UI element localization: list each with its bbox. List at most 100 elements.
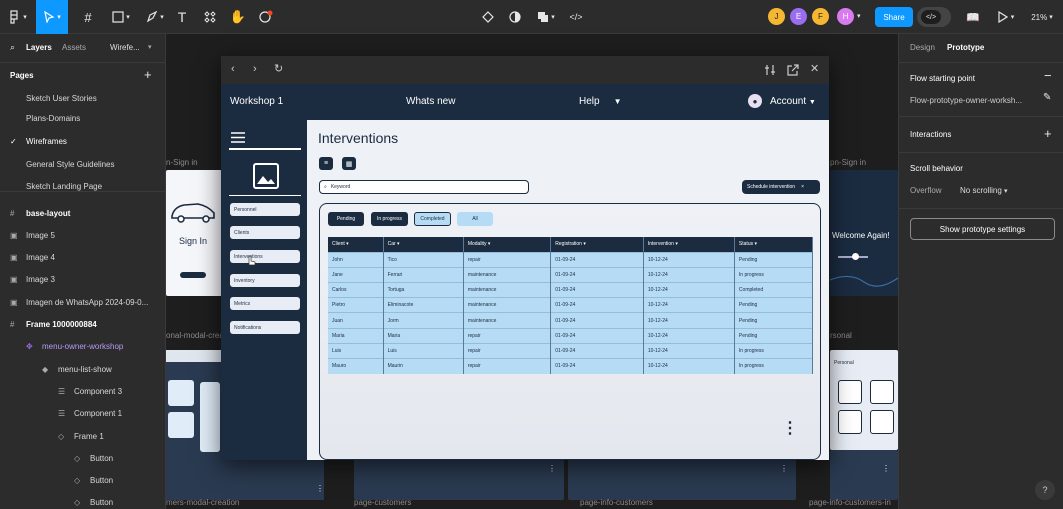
column-header[interactable]: Status ▾ xyxy=(734,237,814,253)
forward-icon[interactable]: › xyxy=(253,63,257,75)
whats-new-link[interactable]: Whats new xyxy=(406,96,455,107)
sidebar-item-interventions[interactable]: Interventions xyxy=(230,250,300,263)
column-header[interactable]: Registration ▾ xyxy=(550,237,644,253)
dev-mode-toggle[interactable]: </> xyxy=(917,7,951,27)
comment-tool-button[interactable] xyxy=(256,5,276,29)
layer-item[interactable]: ▣ Image 5 xyxy=(0,225,165,245)
frame-label[interactable]: onal-modal-crea xyxy=(166,331,224,340)
sign-in-frame[interactable]: Sign In xyxy=(166,170,222,296)
table-row[interactable]: Pietro Eliminacote maintenance 01-09-24 10-1… xyxy=(328,297,814,313)
page-item[interactable]: Sketch Landing Page xyxy=(0,176,165,196)
overflow-dropdown[interactable]: No scrolling ▾ xyxy=(960,186,1008,195)
brand-name[interactable]: Workshop 1 xyxy=(230,96,283,107)
table-row[interactable]: Mauro Maurin repair 01-09-24 10-12-24 In prog… xyxy=(328,357,814,374)
search-icon[interactable]: ⌕ xyxy=(10,42,15,53)
resources-button[interactable] xyxy=(200,5,220,29)
frame-label[interactable]: mers-modal-creation xyxy=(166,498,239,507)
dev-mode-code-button[interactable]: </> xyxy=(566,5,586,29)
sidebar-item-clients[interactable]: Clients xyxy=(230,226,300,239)
frame-label[interactable]: n-Sign in xyxy=(166,158,198,167)
text-tool-button[interactable]: T xyxy=(172,5,192,29)
table-row[interactable]: Luis Luis repair 01-09-24 10-12-24 In progres… xyxy=(328,342,814,359)
layer-item[interactable]: ◇ Button xyxy=(0,493,165,509)
sidebar-item-personnel[interactable]: Personnel xyxy=(230,203,300,216)
sidebar-item-notifications[interactable]: Notifications xyxy=(230,321,300,334)
restart-icon[interactable]: ↻ xyxy=(274,62,283,75)
column-header[interactable]: Intervention ▾ xyxy=(643,237,735,253)
layer-item[interactable]: ☰ Component 1 xyxy=(0,404,165,424)
more-icon[interactable]: ⋮ xyxy=(316,484,324,493)
personal-frame[interactable]: Personal xyxy=(830,350,898,450)
account-avatar-icon[interactable]: ● xyxy=(748,94,762,108)
filter-all[interactable]: All xyxy=(457,212,493,226)
column-header[interactable]: Car ▾ xyxy=(383,237,464,253)
zoom-dropdown[interactable]: 21% ▾ xyxy=(1024,5,1060,29)
table-row[interactable]: Jane Ferrari maintenance 01-09-24 10-12-24 In… xyxy=(328,266,814,283)
page-item[interactable]: Sketch User Stories xyxy=(0,88,165,108)
hand-tool-button[interactable]: ✋ xyxy=(228,5,248,29)
sidebar-item-metrics[interactable]: Metrics xyxy=(230,297,300,310)
filter-completed[interactable]: Completed xyxy=(414,212,451,226)
help-menu[interactable]: Help ▼ xyxy=(579,96,622,107)
avatar-j[interactable]: J xyxy=(768,8,785,25)
avatar-f[interactable]: F xyxy=(812,8,829,25)
mask-button[interactable] xyxy=(505,5,525,29)
more-options-icon[interactable]: ⋮ xyxy=(782,418,798,438)
shape-tool-button[interactable]: ▾ xyxy=(108,5,134,29)
welcome-frame[interactable]: Welcome Again! xyxy=(830,170,898,296)
filter-pending[interactable]: Pending xyxy=(328,212,364,226)
main-menu-button[interactable]: ▾ xyxy=(4,5,30,29)
frame-label[interactable]: rsonal xyxy=(830,331,852,340)
page-info-customers-in-frame[interactable]: ⋮ xyxy=(830,450,898,500)
share-button[interactable]: Share xyxy=(875,7,913,27)
layer-item[interactable]: ▣ Image 4 xyxy=(0,248,165,268)
show-prototype-settings-button[interactable]: Show prototype settings xyxy=(910,218,1055,240)
present-button[interactable]: ▾ xyxy=(994,5,1018,29)
frame-label[interactable]: page-customers xyxy=(354,498,411,507)
hamburger-menu-icon[interactable] xyxy=(231,132,245,143)
search-input[interactable]: ⌕ Keyword xyxy=(319,180,529,194)
tab-design[interactable]: Design xyxy=(910,43,935,52)
page-item[interactable]: General Style Guidelines xyxy=(0,154,165,174)
library-button[interactable]: 📖 xyxy=(962,5,984,29)
frame-tool-button[interactable]: # xyxy=(76,5,100,29)
layer-item[interactable]: # base-layout xyxy=(0,203,165,223)
back-icon[interactable]: ‹ xyxy=(231,63,235,75)
layer-item[interactable]: ☰ Component 3 xyxy=(0,381,165,401)
schedule-intervention-button[interactable]: Schedule intervention × xyxy=(742,180,820,194)
table-row[interactable]: Juan Jorm maintenance 01-09-24 10-12-24 Pendi… xyxy=(328,312,814,329)
more-icon[interactable]: ⋮ xyxy=(780,464,788,473)
help-button[interactable]: ? xyxy=(1035,480,1055,500)
tab-prototype[interactable]: Prototype xyxy=(947,43,984,52)
close-icon[interactable]: ✕ xyxy=(810,62,819,75)
frame-label[interactable]: pn-Sign in xyxy=(830,158,866,167)
more-icon[interactable]: ⋮ xyxy=(548,464,556,473)
frame-label[interactable]: page-info-customers xyxy=(580,498,653,507)
page-item-current[interactable]: ✓ Wireframes xyxy=(0,131,165,151)
add-interaction-icon[interactable]: + xyxy=(1044,126,1052,141)
file-name[interactable]: Wirefe... xyxy=(110,43,140,52)
avatar-e[interactable]: E xyxy=(790,8,807,25)
list-view-icon[interactable]: ≡ xyxy=(319,157,333,170)
pen-tool-button[interactable]: ▾ xyxy=(142,5,168,29)
tab-assets[interactable]: Assets xyxy=(62,43,86,52)
more-icon[interactable]: ⋮ xyxy=(882,464,890,473)
move-tool-button[interactable]: ▾ xyxy=(36,0,68,34)
layer-item[interactable]: # Frame 1000000884 xyxy=(0,315,165,335)
column-header[interactable]: Modality ▾ xyxy=(463,237,552,253)
grid-view-icon[interactable]: ▦ xyxy=(342,157,356,170)
settings-sliders-icon[interactable] xyxy=(764,64,776,76)
filter-in-progress[interactable]: In progress xyxy=(371,212,408,226)
layer-item[interactable]: ▣ Image 3 xyxy=(0,270,165,290)
table-row[interactable]: John Tico repair 01-09-24 10-12-24 Pending xyxy=(328,251,814,268)
table-row[interactable]: Carlos Tortuga maintenance 01-09-24 10-12-24… xyxy=(328,282,814,298)
layer-item[interactable]: ▣ Imagen de WhatsApp 2024-09-0... xyxy=(0,292,165,312)
layer-item[interactable]: ✥ menu-owner-workshop xyxy=(0,337,165,357)
boolean-button[interactable]: ▾ xyxy=(532,5,560,29)
sidebar-item-inventory[interactable]: Inventory xyxy=(230,274,300,287)
account-menu[interactable]: Account ▼ xyxy=(770,96,816,107)
column-header[interactable]: Client ▾ xyxy=(328,237,384,253)
frame-label[interactable]: page-info-customers-in xyxy=(809,498,891,507)
tab-layers[interactable]: Layers xyxy=(26,43,52,52)
avatar-h[interactable]: H xyxy=(837,8,854,25)
